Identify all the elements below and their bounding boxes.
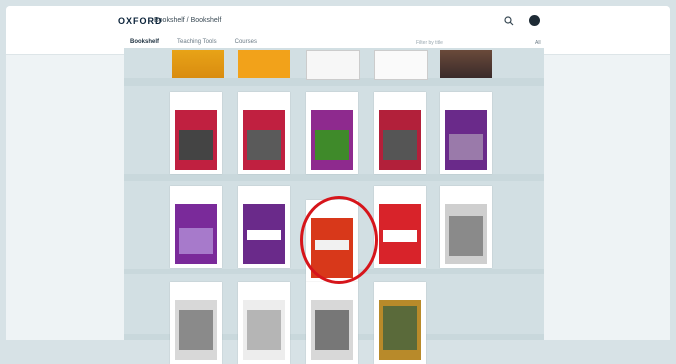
search-icon[interactable]: [504, 16, 514, 26]
book-cover[interactable]: [238, 282, 290, 364]
book-cover[interactable]: [374, 186, 426, 268]
book-cover[interactable]: [238, 92, 290, 174]
book-cover[interactable]: [440, 186, 492, 268]
filter-input[interactable]: Filter by title: [416, 40, 443, 46]
filter-dropdown[interactable]: All: [535, 40, 541, 46]
book-cover-selected[interactable]: [306, 200, 358, 282]
book-cover[interactable]: [306, 282, 358, 364]
book-cover[interactable]: [306, 50, 360, 80]
book-cover[interactable]: [238, 50, 290, 78]
book-cover[interactable]: [172, 50, 224, 78]
user-avatar[interactable]: [529, 15, 540, 26]
book-cover[interactable]: [374, 50, 428, 80]
book-cover[interactable]: [170, 282, 222, 364]
book-cover[interactable]: [440, 50, 492, 78]
book-cover[interactable]: [238, 186, 290, 268]
book-cover[interactable]: [170, 186, 222, 268]
book-cover[interactable]: [306, 92, 358, 174]
breadcrumb: Bookshelf / Bookshelf: [154, 17, 222, 24]
book-cover[interactable]: [170, 92, 222, 174]
book-cover[interactable]: [374, 92, 426, 174]
book-cover[interactable]: [374, 282, 426, 364]
book-cover[interactable]: [440, 92, 492, 174]
